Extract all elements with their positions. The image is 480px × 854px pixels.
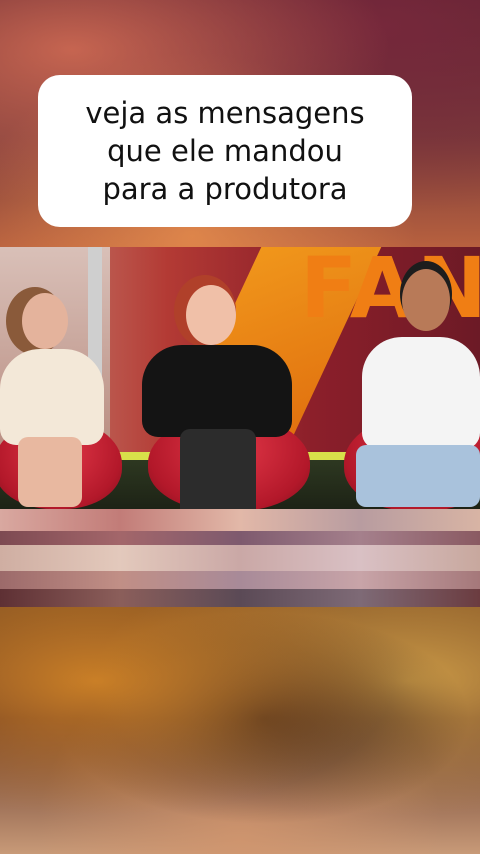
guest-middle-jacket [142, 345, 292, 437]
guest-middle-head [186, 285, 236, 345]
caption-text: veja as mensagens que ele mandou para a … [85, 96, 365, 206]
guest-left-legs [18, 437, 82, 507]
guest-middle-jeans [180, 429, 256, 519]
caption-box: veja as mensagens que ele mandou para a … [38, 75, 412, 227]
guest-middle [136, 279, 296, 519]
guest-right-head [402, 269, 450, 331]
blurred-background-bottom [0, 607, 480, 854]
glitch-band [0, 531, 480, 545]
guest-right-jeans [356, 445, 480, 507]
guest-right [356, 267, 480, 527]
glitch-band [0, 589, 480, 607]
guest-left-sweater [0, 349, 104, 445]
glitch-band [0, 571, 480, 589]
guest-left-head [22, 293, 68, 349]
glitch-band [0, 509, 480, 531]
guest-right-tank-top [362, 337, 480, 449]
video-frame[interactable]: FAN [0, 247, 480, 607]
glitch-band [0, 545, 480, 571]
guest-left [0, 287, 110, 517]
